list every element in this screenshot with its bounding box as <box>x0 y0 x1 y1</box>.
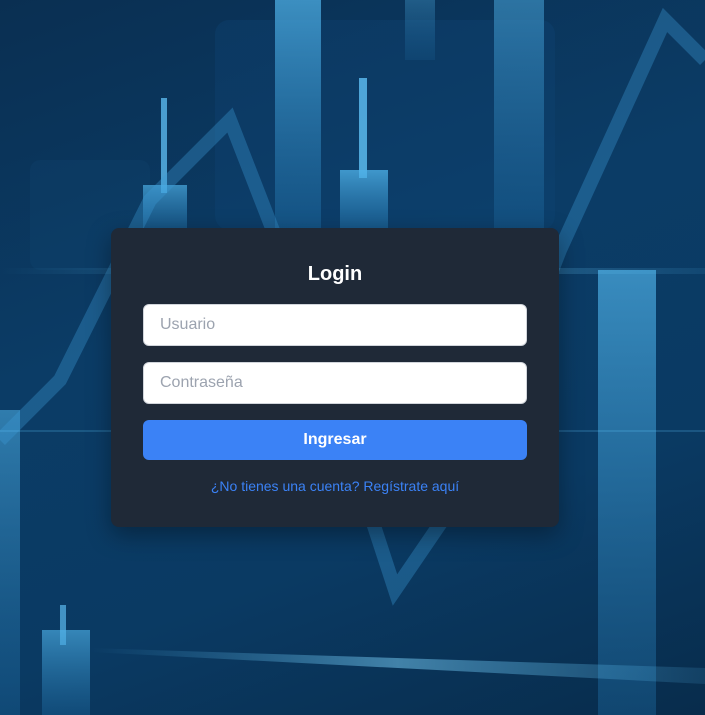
login-submit-button[interactable]: Ingresar <box>143 420 527 460</box>
username-input[interactable] <box>143 304 527 346</box>
login-card: Login Ingresar ¿No tienes una cuenta? Re… <box>111 228 559 527</box>
register-link[interactable]: ¿No tienes una cuenta? Regístrate aquí <box>111 478 559 494</box>
login-title: Login <box>307 263 363 285</box>
password-input[interactable] <box>143 362 527 404</box>
